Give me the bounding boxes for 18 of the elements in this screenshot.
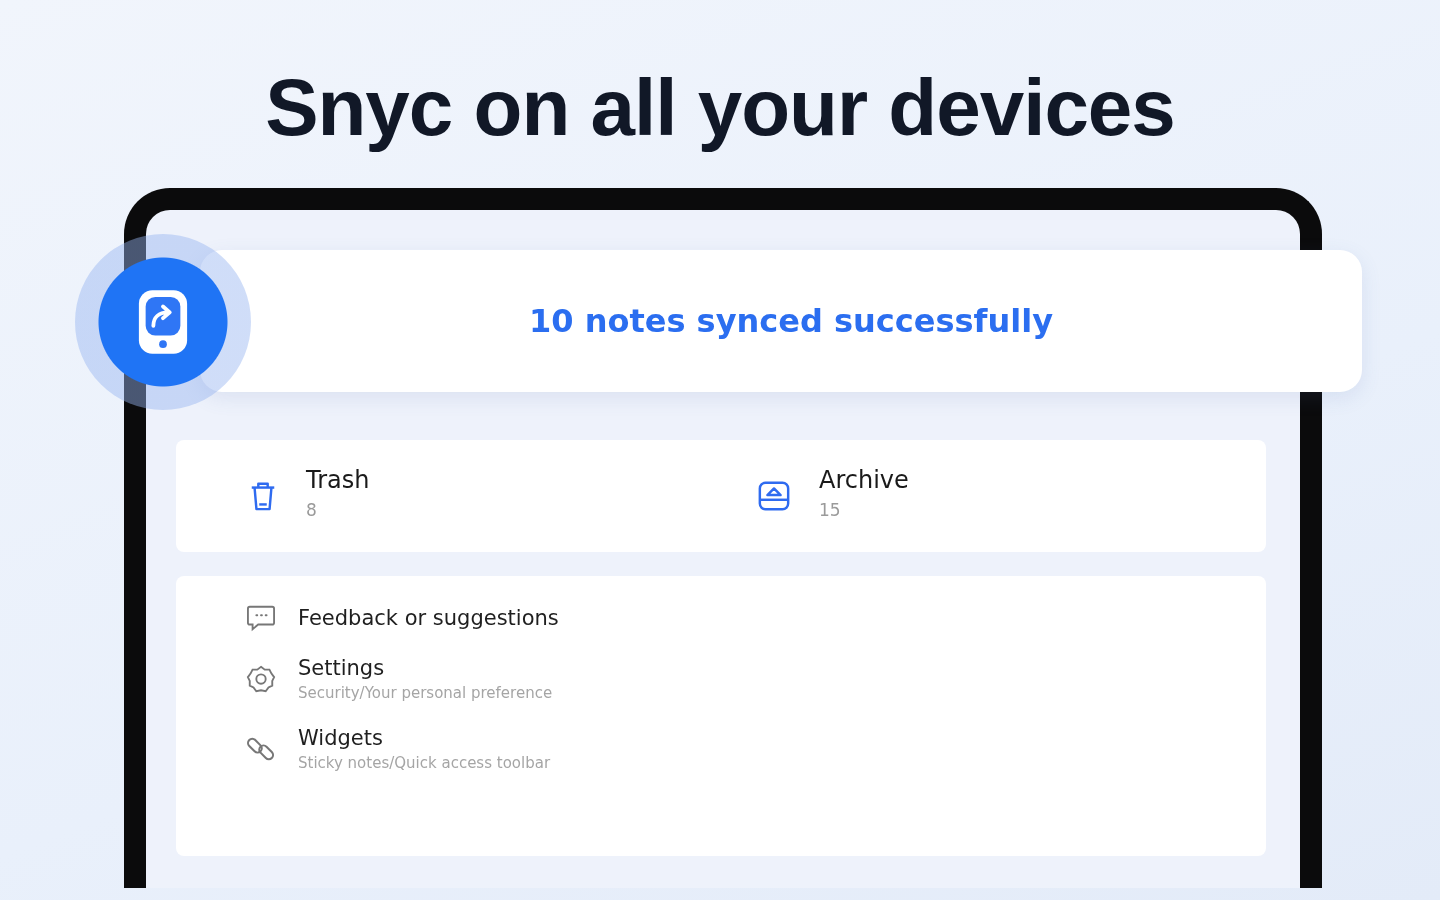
folder-count: 8 bbox=[306, 500, 318, 520]
folder-count: 15 bbox=[819, 500, 842, 520]
menu-subtitle: Security/Your personal preference bbox=[298, 684, 553, 702]
settings-icon bbox=[246, 664, 276, 694]
toast-message: 10 notes synced successfully bbox=[527, 302, 1054, 340]
menu-item[interactable]: Feedback or suggestions bbox=[246, 604, 1266, 632]
menu-item[interactable]: Widgets Sticky notes/Quick access toolbar bbox=[246, 726, 1266, 772]
folder-name: Trash bbox=[306, 466, 370, 494]
menu-title: Widgets bbox=[298, 726, 384, 750]
menu-item[interactable]: Settings Security/Your personal preference bbox=[246, 656, 1266, 702]
folder-name: Archive bbox=[819, 466, 909, 494]
menu-title: Feedback or suggestions bbox=[298, 606, 559, 630]
menu-subtitle: Sticky notes/Quick access toolbar bbox=[298, 754, 551, 772]
phone-share-icon bbox=[136, 287, 190, 357]
headline: Snyc on all your devices bbox=[264, 62, 1176, 154]
archive-icon bbox=[757, 479, 791, 513]
menu-title: Settings bbox=[298, 656, 386, 680]
chat-bubble-icon bbox=[246, 604, 276, 632]
